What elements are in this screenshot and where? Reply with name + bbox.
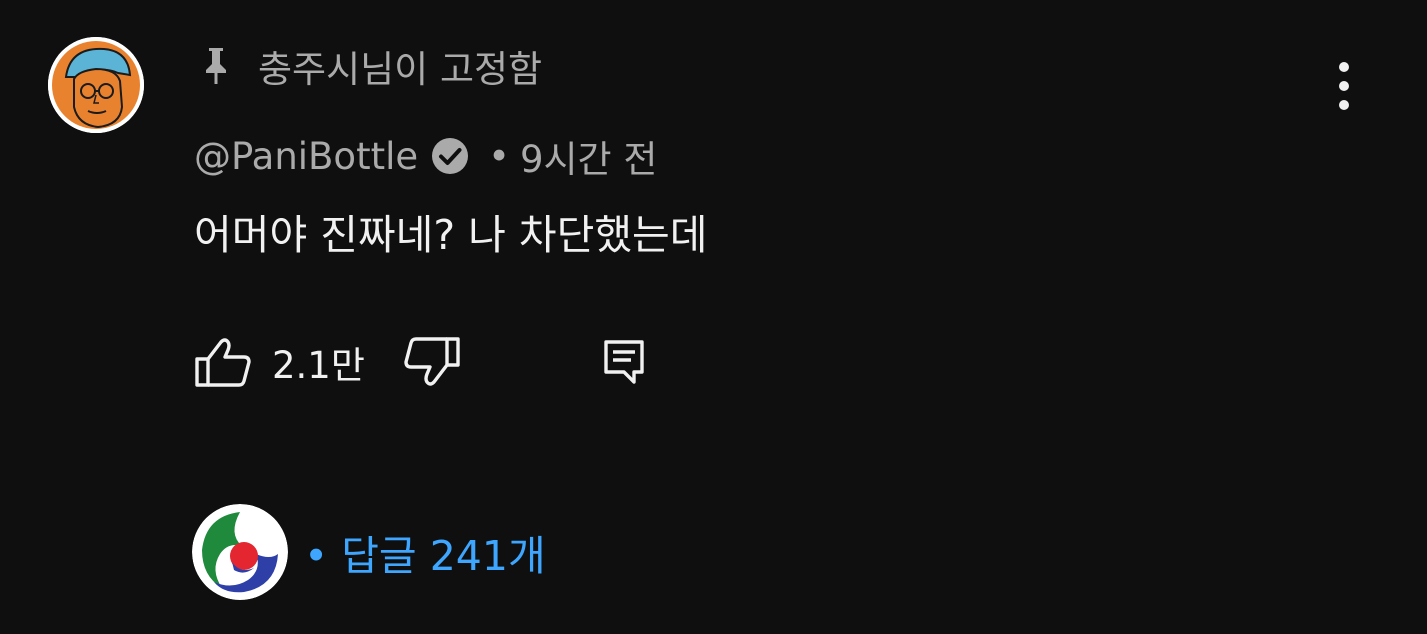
chungju-logo-avatar (192, 504, 288, 600)
comment-thread: 충주시님이 고정함 @PaniBottle • 9시간 전 어머야 진짜네? 나… (0, 0, 1427, 634)
like-button[interactable] (194, 333, 252, 391)
avatar-illustration (48, 37, 144, 133)
comment-actions: 2.1만 (194, 330, 653, 394)
thumb-up-icon (195, 338, 251, 387)
like-count: 2.1만 (272, 344, 365, 387)
dislike-button[interactable] (403, 333, 461, 391)
more-options-button[interactable] (1316, 56, 1372, 116)
reply-button[interactable] (595, 333, 653, 391)
verified-check-icon (430, 135, 472, 177)
more-vert-icon (1339, 62, 1349, 110)
comment-reply-icon (604, 340, 644, 384)
pinned-label: 충주시님이 고정함 (258, 48, 543, 91)
thumb-down-icon (404, 337, 460, 386)
view-replies-button[interactable]: • 답글 241개 (192, 504, 546, 600)
pin-icon (196, 46, 236, 86)
comment-body: 어머야 진짜네? 나 차단했는데 (194, 211, 708, 259)
pinned-indicator: 충주시님이 고정함 (196, 40, 542, 92)
reply-author-avatar (192, 504, 288, 600)
comment-timestamp[interactable]: 9시간 전 (520, 129, 657, 183)
replies-count-label[interactable]: • 답글 241개 (304, 522, 546, 582)
comment-meta: @PaniBottle • 9시간 전 (194, 130, 657, 182)
author-avatar[interactable] (48, 37, 144, 133)
meta-separator: • (488, 134, 510, 178)
author-name[interactable]: @PaniBottle (194, 135, 418, 178)
